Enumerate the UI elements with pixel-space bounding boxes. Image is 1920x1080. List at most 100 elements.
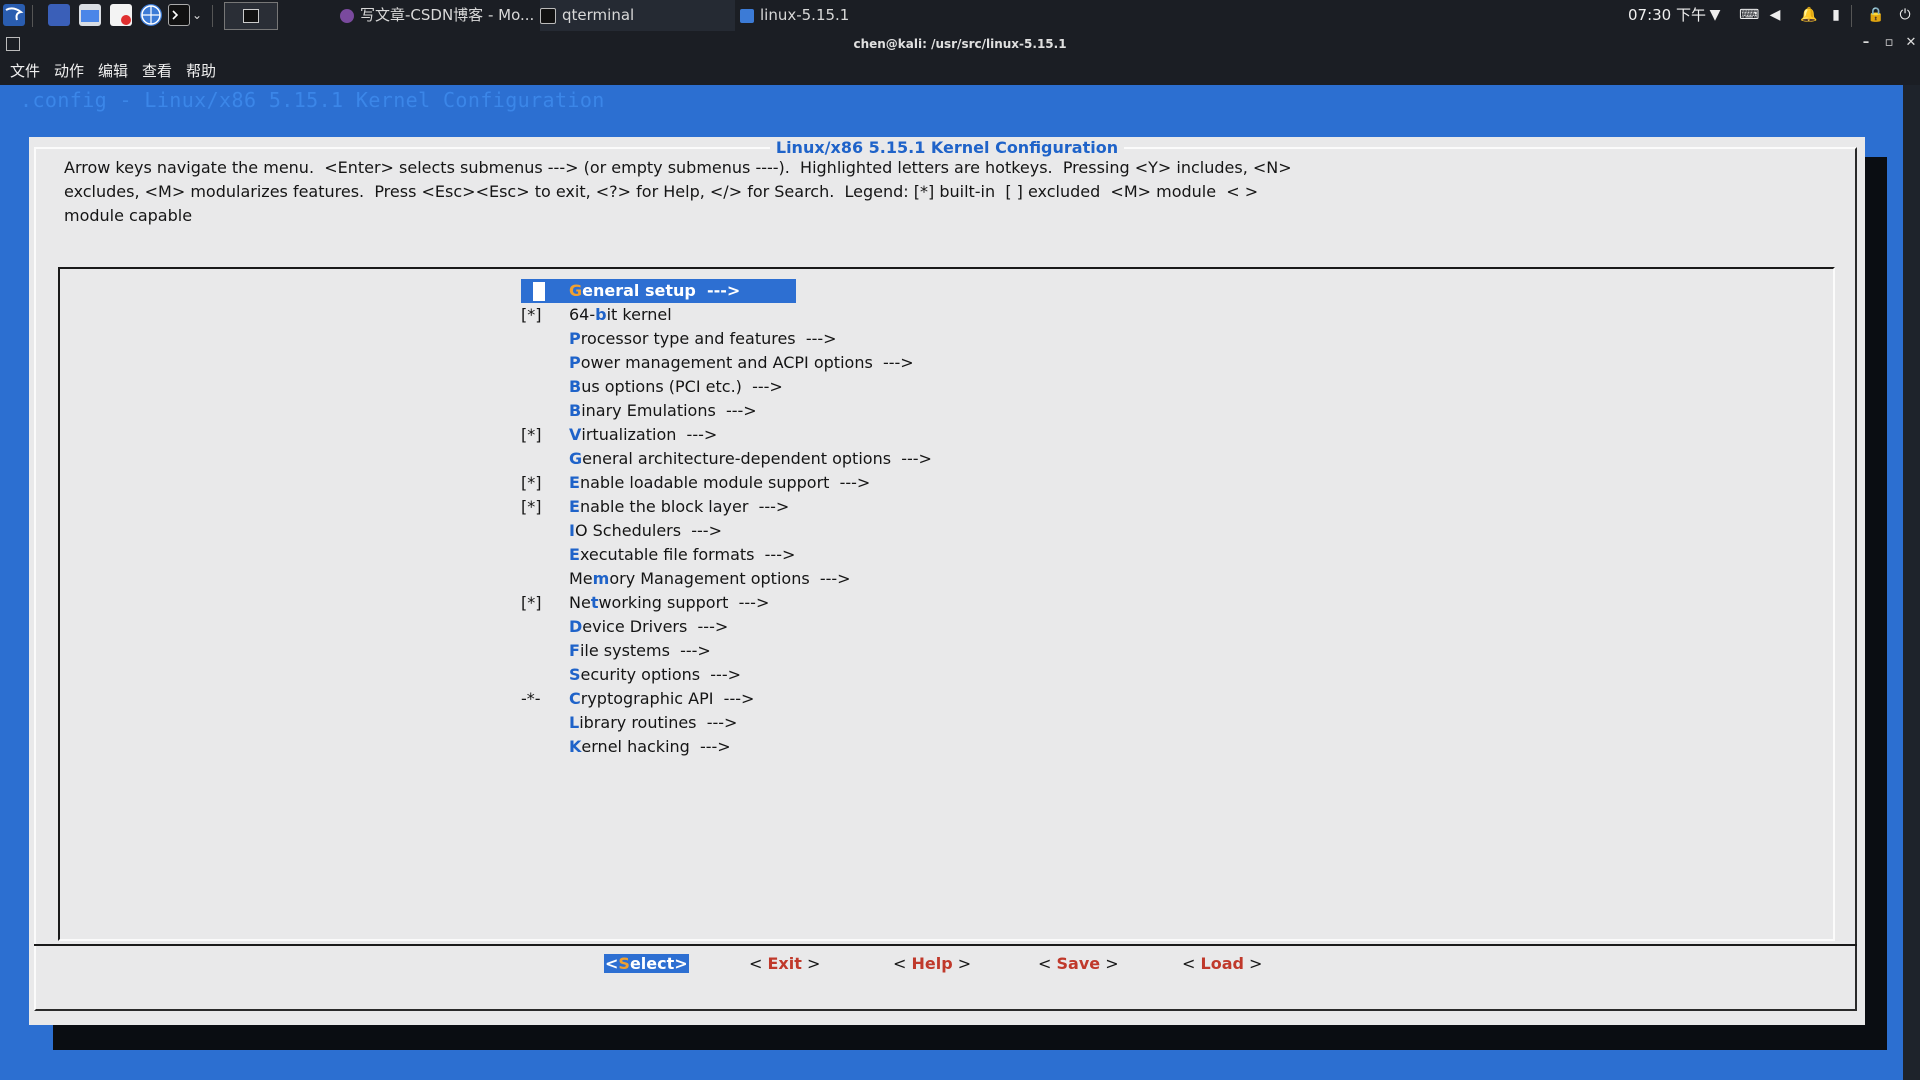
menu-entry[interactable]: Binary Emulations ---> [521,399,932,423]
exit-button[interactable]: < Exit > [749,949,820,979]
bell-icon[interactable]: 🔔 [1800,8,1817,22]
menu-entry-hotkey: G [569,281,583,300]
submenu-arrow-icon: ---> [676,425,718,444]
menu-entry[interactable]: [*] Enable the block layer ---> [521,495,932,519]
menu-entry[interactable]: Processor type and features ---> [521,327,932,351]
chevron-down-icon[interactable]: ⌄ [192,4,204,26]
task-label: linux-5.15.1 [760,6,850,24]
help-line: module capable [64,206,193,225]
menu-file[interactable]: 文件 [10,57,40,85]
close-icon[interactable]: ✕ [1903,35,1919,51]
menu-entry-state: -*- [521,689,541,708]
menu-entry-text: O Schedulers [574,521,682,540]
menu-entry-text: eneral setup [582,281,696,300]
menu-edit[interactable]: 编辑 [98,57,128,85]
menu-entry-prefix: Me [569,569,593,588]
menu-entry[interactable]: File systems ---> [521,639,932,663]
submenu-arrow-icon: ---> [795,329,837,348]
qterminal-icon [540,7,556,24]
menu-entry-hotkey: E [569,473,580,492]
menu-view[interactable]: 查看 [142,57,172,85]
battery-icon[interactable]: ▮ [1829,8,1843,22]
task-browser[interactable]: 写文章-CSDN博客 - Mo... [340,0,535,31]
menu-entry[interactable]: Kernel hacking ---> [521,735,932,759]
menu-entry[interactable]: Memory Management options ---> [521,567,932,591]
browser-icon[interactable] [140,4,162,26]
terminal-icon[interactable] [168,4,190,26]
menu-entry-label: Binary Emulations ---> [521,401,757,420]
top-panel: ⌄ 写文章-CSDN博客 - Mo... qterminal linux-5.1… [0,0,1920,31]
minimize-icon[interactable]: – [1858,35,1874,51]
file-manager-icon[interactable] [79,4,101,26]
menu-entry-hotkey: K [569,737,582,756]
submenu-arrow-icon: ---> [696,713,738,732]
menu-entry-label: Processor type and features ---> [521,329,837,348]
menu-entry[interactable]: Power management and ACPI options ---> [521,351,932,375]
network-icon[interactable]: ▼ [1708,8,1722,22]
keyboard-icon[interactable]: ⌨ [1739,8,1759,22]
menu-entry-label: IO Schedulers ---> [521,521,722,540]
menu-entry-text: ower management and ACPI options [580,353,873,372]
select-button[interactable]: <Select> [604,949,689,979]
clock[interactable]: 07:30 下午 [1628,0,1706,31]
menu-entry[interactable]: General setup ---> [521,279,932,303]
terminal-scrollbar[interactable] [1903,85,1920,1080]
menu-entry-text: ryptographic API [580,689,714,708]
menu-entry-label: [*] Networking support ---> [521,593,769,612]
menu-entry-text: eneral architecture-dependent options [582,449,892,468]
text-editor-icon[interactable] [110,4,132,26]
menu-entry-label: [*] Virtualization ---> [521,425,717,444]
active-terminal-task[interactable] [224,2,278,30]
menu-entry-text: rocessor type and features [580,329,796,348]
menu-help[interactable]: 帮助 [186,57,216,85]
save-button[interactable]: < Save > [1038,949,1119,979]
menu-entry-text: evice Drivers [582,617,688,636]
help-line: Arrow keys navigate the menu. <Enter> se… [64,158,1292,177]
desktop-icon[interactable] [48,4,70,26]
menu-actions[interactable]: 动作 [54,57,84,85]
menu-entry-hotkey: b [595,305,607,324]
menu-entry[interactable]: -*- Cryptographic API ---> [521,687,932,711]
submenu-arrow-icon: ---> [695,281,741,300]
menu-entry-label: Device Drivers ---> [521,617,728,636]
menu-entry[interactable]: Device Drivers ---> [521,615,932,639]
menu-entry-text: ile systems [579,641,670,660]
menu-entry[interactable]: Library routines ---> [521,711,932,735]
background-title: .config - Linux/x86 5.15.1 Kernel Config… [20,88,605,112]
menu-entry-label: File systems ---> [521,641,711,660]
menu-entry[interactable]: [*] 64-bit kernel [521,303,932,327]
menu-entry[interactable]: IO Schedulers ---> [521,519,932,543]
lock-icon[interactable]: 🔒 [1867,8,1884,22]
task-qterminal[interactable]: qterminal [540,0,735,31]
menu-entry-hotkey: D [569,617,583,636]
menu-entry[interactable]: Bus options (PCI etc.) ---> [521,375,932,399]
maximize-icon[interactable]: ▫ [1881,35,1897,51]
volume-icon[interactable]: ◀ [1768,8,1782,22]
menu-entry[interactable]: Executable file formats ---> [521,543,932,567]
menu-entry-text: working support [598,593,729,612]
load-button[interactable]: < Load > [1182,949,1262,979]
kali-menu-icon[interactable] [3,4,25,26]
menu-entry[interactable]: General architecture-dependent options -… [521,447,932,471]
menu-entry-label: Library routines ---> [521,713,737,732]
help-button[interactable]: < Help > [893,949,971,979]
menu-entry-state: [*] [521,593,542,612]
menu-entry-hotkey: P [569,329,581,348]
menu-entry-text: nable the block layer [579,497,749,516]
menu-entry[interactable]: Security options ---> [521,663,932,687]
menu-entry[interactable]: [*] Virtualization ---> [521,423,932,447]
menu-entry-label: [*] Enable loadable module support ---> [521,473,870,492]
help-text: Arrow keys navigate the menu. <Enter> se… [64,156,1854,228]
menu-entry-hotkey: B [569,401,582,420]
submenu-arrow-icon: ---> [891,449,932,468]
menu-entry[interactable]: [*] Networking support ---> [521,591,932,615]
menu-entry[interactable]: [*] Enable loadable module support ---> [521,471,932,495]
button-label: Exit [767,954,802,973]
kconfig-dialog: Linux/x86 5.15.1 Kernel Configuration Ar… [29,137,1865,1025]
power-icon[interactable]: ⏻ [1898,8,1912,22]
task-folder[interactable]: linux-5.15.1 [740,0,940,31]
button-separator [34,944,1857,946]
submenu-arrow-icon: ---> [809,569,851,588]
menu-entry-label: Power management and ACPI options ---> [521,353,914,372]
window-titlebar[interactable]: chen@kali: /usr/src/linux-5.15.1 – ▫ ✕ [0,31,1920,57]
